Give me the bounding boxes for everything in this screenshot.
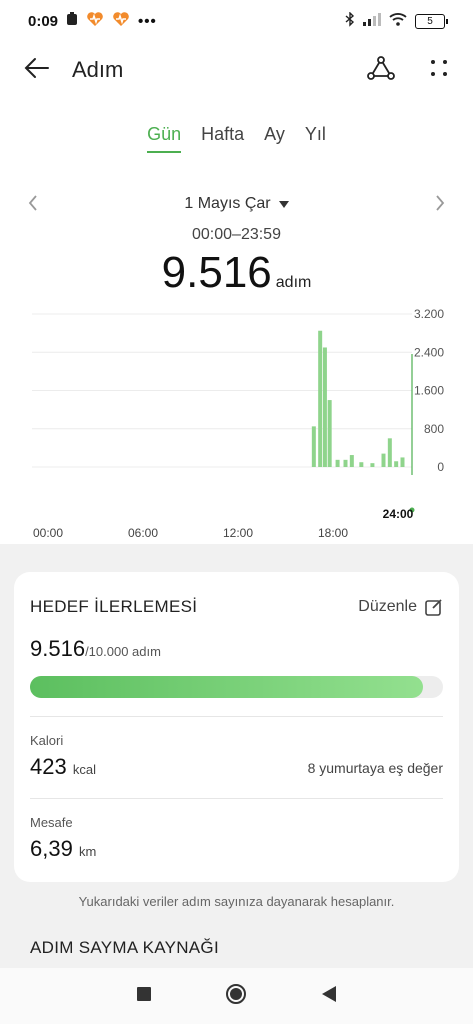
app-header: Adım <box>0 48 473 92</box>
back-icon[interactable] <box>321 985 336 1007</box>
date-selector[interactable]: 1 Mayıs Çar <box>184 195 289 213</box>
recent-apps-icon[interactable] <box>137 986 152 1006</box>
calories-unit: kcal <box>72 762 96 777</box>
date-label: 1 Mayıs Çar <box>184 195 271 212</box>
y-tick-label: 800 <box>424 422 444 436</box>
tab-day[interactable]: Gün <box>147 124 182 153</box>
caret-down-icon <box>278 200 289 208</box>
time-range: 00:00–23:59 <box>192 226 281 243</box>
steps-chart[interactable]: 3.200 2.400 1.600 800 0 00:00 06:00 12:00 18:00 2… <box>0 300 473 545</box>
battery-icon: 5 <box>415 13 448 29</box>
x-tick-label: 12:00 <box>223 526 253 540</box>
goal-progress-fill <box>30 676 423 698</box>
chart-bar <box>387 438 392 467</box>
chevron-left-icon[interactable] <box>28 191 38 217</box>
goal-progress-bar <box>30 676 443 698</box>
wifi-icon <box>389 12 407 30</box>
page-title: Adım <box>72 57 124 82</box>
tab-year[interactable]: Yıl <box>305 124 326 153</box>
system-nav-bar <box>0 968 473 1024</box>
goal-current: 9.516 <box>30 636 86 661</box>
chart-bar <box>349 455 354 467</box>
step-total: 9.516 adım <box>0 248 473 298</box>
chart-bar <box>322 347 327 467</box>
chart-bar <box>370 463 375 467</box>
x-tick-label: 00:00 <box>33 526 63 540</box>
distance-value-wrap: 6,39 km <box>30 836 96 862</box>
app-notification-icon-2 <box>112 11 130 31</box>
edit-icon <box>425 599 442 616</box>
source-section-title: ADIM SAYMA KAYNAĞI <box>30 938 219 957</box>
distance-row: Mesafe 6,39 km <box>30 799 443 862</box>
calories-row: Kalori 423 kcal 8 yumurtaya eş değer <box>30 717 443 780</box>
chevron-right-icon[interactable] <box>435 191 445 217</box>
calories-value: 423 <box>30 754 67 779</box>
distance-unit: km <box>78 844 97 859</box>
date-navigator: 1 Mayıs Çar <box>0 190 473 218</box>
y-tick-label: 3.200 <box>414 307 444 321</box>
status-time: 0:09 <box>28 12 59 30</box>
chart-bar <box>335 459 340 467</box>
chart-bar <box>327 400 332 467</box>
bluetooth-icon <box>345 10 355 31</box>
y-tick-label: 0 <box>437 460 444 474</box>
y-tick-label: 1.600 <box>414 384 444 398</box>
distance-label: Mesafe <box>30 815 73 830</box>
footnote: Yukarıdaki veriler adım sayınıza dayanar… <box>78 894 395 909</box>
home-icon[interactable] <box>225 983 247 1010</box>
edit-label: Düzenle <box>358 598 417 615</box>
step-unit: adım <box>275 274 312 291</box>
app-notification-icon <box>86 11 104 31</box>
share-route-icon[interactable] <box>367 55 395 85</box>
goal-target: /10.000 adım <box>85 644 161 659</box>
chart-bar <box>381 453 386 467</box>
edit-goal-button[interactable]: Düzenle <box>358 598 443 616</box>
calories-label: Kalori <box>30 733 64 748</box>
chart-bar <box>394 461 399 467</box>
distance-value: 6,39 <box>30 836 73 861</box>
chart-bar <box>318 330 323 467</box>
calories-value-wrap: 423 kcal <box>30 754 96 780</box>
period-tabs: Gün Hafta Ay Yıl <box>0 124 473 153</box>
x-tick-label: 06:00 <box>128 526 158 540</box>
more-options-icon[interactable] <box>429 58 449 83</box>
goal-title: HEDEF İLERLEMESİ <box>30 597 198 616</box>
back-arrow-icon[interactable] <box>24 57 50 84</box>
chart-bar <box>359 462 364 467</box>
step-count: 9.516 <box>161 248 272 297</box>
more-notifications-icon: ••• <box>138 12 157 30</box>
chart-bar <box>343 459 348 467</box>
notification-icon <box>66 12 78 30</box>
goal-progress-text: 9.516/10.000 adım <box>30 636 443 662</box>
tab-month[interactable]: Ay <box>264 124 285 153</box>
goal-card: HEDEF İLERLEMESİ Düzenle 9.516/10.000 ad… <box>14 572 459 882</box>
chart-bar <box>311 426 316 467</box>
x-tick-label: 24:00 <box>383 507 414 521</box>
signal-icon <box>363 12 381 30</box>
tab-week[interactable]: Hafta <box>201 124 244 153</box>
status-bar: 0:09 ••• 5 <box>0 0 473 42</box>
chart-bar <box>400 457 405 467</box>
calories-equivalent: 8 yumurtaya eş değer <box>307 760 443 776</box>
x-tick-label: 18:00 <box>318 526 348 540</box>
y-tick-label: 2.400 <box>414 345 444 359</box>
